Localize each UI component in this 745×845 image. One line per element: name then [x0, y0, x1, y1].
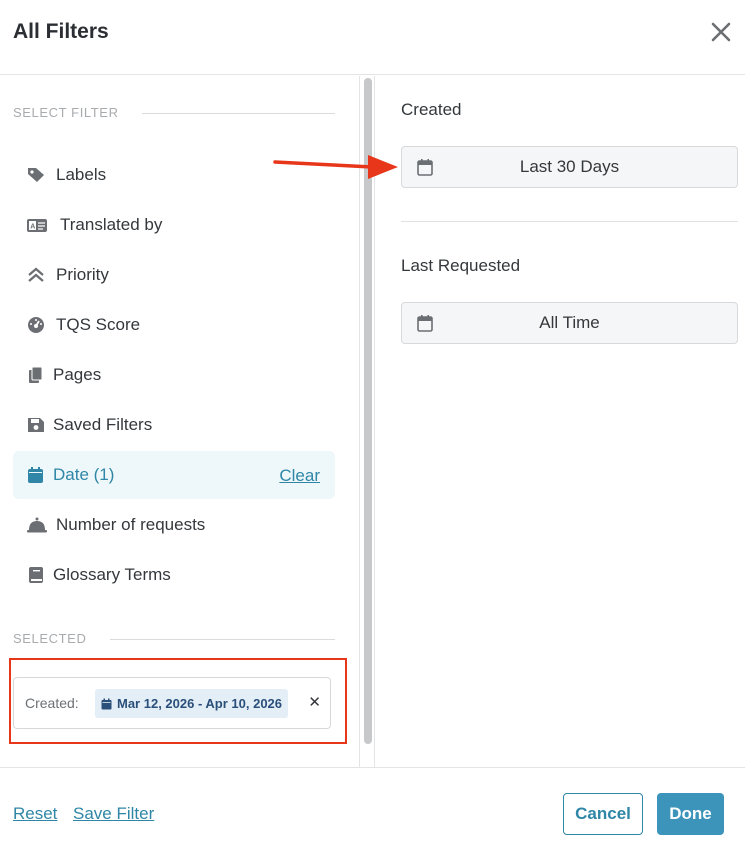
sidebar-item-label: Translated by: [60, 215, 163, 234]
section-divider: [110, 639, 335, 640]
annotation-arrow-icon: [273, 155, 398, 179]
sidebar-item-translated-by[interactable]: A Translated by: [13, 201, 335, 249]
sidebar-item-pages[interactable]: Pages: [13, 351, 335, 399]
cancel-button[interactable]: Cancel: [563, 793, 643, 835]
done-button[interactable]: Done: [657, 793, 724, 835]
chevron-up-double-icon: [26, 266, 46, 284]
selected-filter-card: Created: Mar 12, 2026 - Apr 10, 2026 ✕: [13, 677, 331, 729]
created-date-dropdown[interactable]: Last 30 Days: [401, 146, 738, 188]
sidebar-item-saved-filters[interactable]: Saved Filters: [13, 401, 335, 449]
selected-filter-chip[interactable]: Mar 12, 2026 - Apr 10, 2026: [95, 689, 289, 718]
section-divider: [401, 221, 738, 222]
modal-footer: Reset Save Filter Cancel Done: [0, 767, 745, 845]
last-requested-heading: Last Requested: [401, 256, 521, 275]
clear-date-link[interactable]: Clear: [279, 466, 320, 486]
close-icon[interactable]: [709, 20, 733, 44]
sidebar-item-label: Saved Filters: [53, 415, 153, 434]
section-divider: [142, 113, 335, 114]
sidebar-item-priority[interactable]: Priority: [13, 251, 335, 299]
last-requested-date-value: All Time: [539, 313, 600, 332]
sidebar-item-date[interactable]: Date (1) Clear: [13, 451, 335, 499]
translate-icon: A: [26, 216, 47, 234]
sidebar-item-tqs-score[interactable]: TQS Score: [13, 301, 335, 349]
svg-text:A: A: [30, 224, 35, 231]
modal-header: All Filters: [0, 0, 745, 75]
selected-filter-label: Created:: [25, 695, 79, 711]
selected-filter-value: Mar 12, 2026 - Apr 10, 2026: [117, 696, 283, 711]
sidebar-item-label: Glossary Terms: [53, 565, 171, 584]
sidebar-item-label: Number of requests: [56, 515, 206, 534]
sidebar-item-label: Pages: [53, 365, 102, 384]
section-label-selected: SELECTED: [13, 631, 87, 646]
tag-icon: [26, 166, 46, 184]
sidebar-item-label: TQS Score: [56, 315, 141, 334]
book-icon: [26, 566, 46, 584]
last-requested-date-dropdown[interactable]: All Time: [401, 302, 738, 344]
created-heading: Created: [401, 100, 462, 119]
save-filter-link[interactable]: Save Filter: [73, 804, 154, 824]
sidebar-item-label: Labels: [56, 165, 107, 184]
sidebar-item-glossary-terms[interactable]: Glossary Terms: [13, 551, 335, 599]
floppy-disk-icon: [26, 416, 46, 434]
bell-icon: [26, 516, 47, 534]
gauge-icon: [26, 316, 46, 334]
section-label-select-filter: SELECT FILTER: [13, 105, 119, 120]
sidebar-item-number-of-requests[interactable]: Number of requests: [13, 501, 335, 549]
remove-filter-icon[interactable]: ✕: [308, 693, 321, 711]
modal-title: All Filters: [13, 20, 109, 43]
reset-link[interactable]: Reset: [13, 804, 57, 824]
calendar-icon: [26, 466, 46, 484]
sidebar-item-label: Priority: [56, 265, 109, 284]
pages-icon: [26, 366, 46, 384]
sidebar-item-label: Date (1): [53, 465, 115, 484]
calendar-icon: [101, 698, 112, 709]
created-date-value: Last 30 Days: [519, 157, 620, 176]
